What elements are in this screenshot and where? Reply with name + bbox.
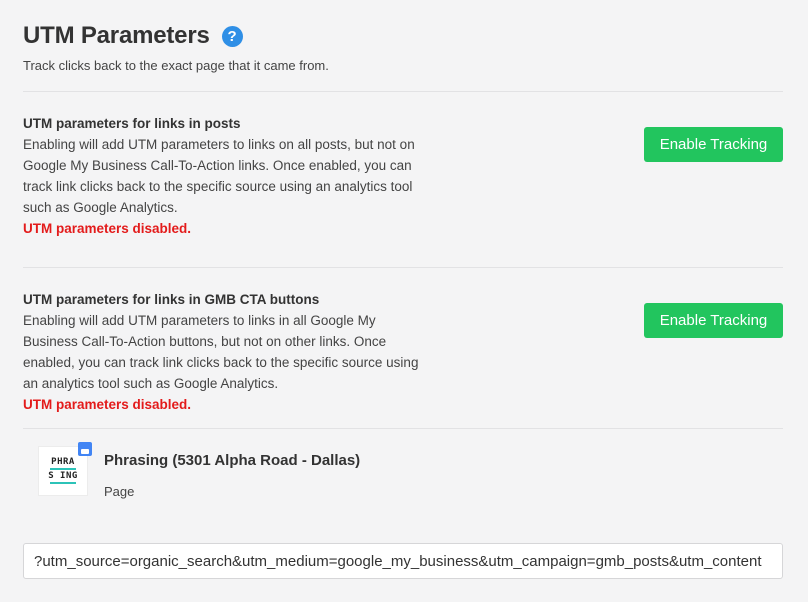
divider — [23, 91, 783, 92]
account-row: PHRA S ING Phrasing (5301 Alpha Road - D… — [38, 442, 360, 499]
account-type: Page — [104, 484, 135, 499]
gmb-cta-utm-text: UTM parameters for links in GMB CTA butt… — [23, 289, 423, 415]
status-text: UTM parameters disabled. — [23, 397, 192, 412]
status-text: UTM parameters disabled. — [23, 221, 192, 236]
avatar-logo-text: S ING — [48, 471, 78, 481]
page-subtitle: Track clicks back to the exact page that… — [23, 58, 329, 73]
divider — [23, 267, 783, 268]
section-heading: UTM parameters for links in posts — [23, 116, 241, 131]
help-icon[interactable]: ? — [221, 25, 243, 47]
section-description: Enabling will add UTM parameters to link… — [23, 313, 419, 391]
account-name: Phrasing (5301 Alpha Road - Dallas) — [104, 452, 361, 469]
avatar: PHRA S ING — [38, 442, 92, 496]
section-heading: UTM parameters for links in GMB CTA butt… — [23, 292, 320, 307]
divider — [23, 428, 783, 429]
google-my-business-icon — [78, 442, 92, 456]
utm-parameters-input[interactable] — [23, 543, 783, 579]
title-row: UTM Parameters ? — [23, 22, 243, 50]
enable-tracking-posts-button[interactable]: Enable Tracking — [644, 127, 783, 162]
store-icon — [81, 449, 89, 454]
enable-tracking-gmb-cta-button[interactable]: Enable Tracking — [644, 303, 783, 338]
page-title: UTM Parameters — [23, 22, 210, 49]
gmb-cta-utm-section: UTM parameters for links in GMB CTA butt… — [23, 289, 783, 415]
avatar-logo-text: PHRA — [51, 457, 75, 467]
avatar-logo-dash — [50, 468, 76, 470]
avatar-logo-dash — [50, 482, 76, 484]
section-description: Enabling will add UTM parameters to link… — [23, 137, 415, 215]
posts-utm-section: UTM parameters for links in posts Enabli… — [23, 113, 783, 239]
posts-utm-text: UTM parameters for links in posts Enabli… — [23, 113, 423, 239]
account-info: Phrasing (5301 Alpha Road - Dallas) Page — [104, 446, 360, 499]
